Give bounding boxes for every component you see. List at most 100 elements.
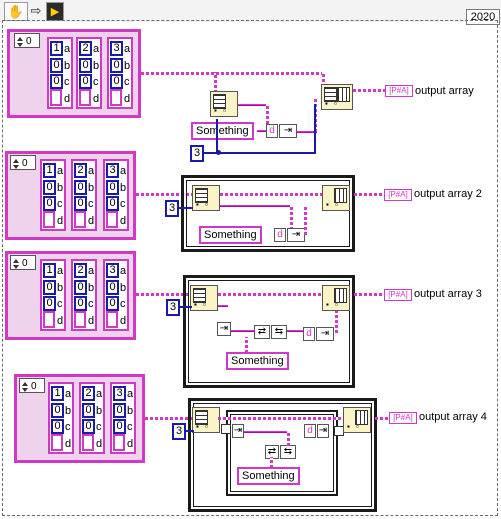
string-element[interactable]: [50, 89, 62, 106]
index-array-node[interactable]: ▪ ▫: [210, 91, 238, 117]
string-element[interactable]: [79, 89, 91, 106]
string-subset-node[interactable]: ⇄: [254, 325, 270, 339]
numeric-element[interactable]: 0: [51, 419, 64, 434]
string-element[interactable]: [43, 211, 55, 228]
replace-array-subset-node[interactable]: ▪ ▫: [322, 285, 350, 311]
numeric-element[interactable]: 2: [74, 263, 87, 278]
string-element[interactable]: [106, 311, 118, 328]
element-label: d: [124, 93, 131, 105]
numeric-element[interactable]: 2: [82, 386, 95, 401]
numeric-element[interactable]: 0: [50, 58, 63, 73]
bundle-by-name-label[interactable]: d: [266, 124, 278, 138]
numeric-element[interactable]: 0: [110, 58, 123, 73]
string-wire: [287, 431, 290, 446]
bundle-by-name-label[interactable]: d: [303, 327, 315, 341]
numeric-element[interactable]: 2: [79, 41, 92, 56]
bundle-node[interactable]: ⇥: [279, 124, 297, 138]
string-element[interactable]: [113, 434, 125, 451]
numeric-element[interactable]: 0: [74, 196, 87, 211]
numeric-constant[interactable]: 3: [166, 299, 180, 316]
replace-array-subset-node[interactable]: ▪ ▫: [343, 407, 371, 433]
string-constant[interactable]: Something: [191, 122, 254, 140]
numeric-element[interactable]: 1: [43, 263, 56, 278]
numeric-element[interactable]: 0: [82, 419, 95, 434]
shift-register-left[interactable]: [221, 424, 231, 434]
array-index-1[interactable]: 0: [14, 33, 40, 48]
array-control-1[interactable]: 0 1 0 0 a b c d 2 0 0 a b c d 3 0 0 a b …: [7, 29, 141, 118]
unbundle-node[interactable]: ⇥: [232, 424, 244, 438]
numeric-element[interactable]: 0: [79, 74, 92, 89]
string-constant[interactable]: Something: [199, 226, 262, 244]
numeric-element[interactable]: 3: [113, 386, 126, 401]
string-replace-node[interactable]: ⇆: [280, 445, 296, 459]
numeric-constant[interactable]: 3: [172, 423, 186, 440]
numeric-element[interactable]: 0: [43, 196, 56, 211]
array-control-4[interactable]: 0 1 0 0 a b c d 2 0 0 a b c d 3 0 0 a b …: [14, 374, 145, 463]
hand-icon[interactable]: ✋: [4, 2, 28, 21]
numeric-element[interactable]: 0: [106, 196, 119, 211]
unbundle-node[interactable]: ⇥: [217, 322, 231, 336]
index-array-node[interactable]: ▪ ▫: [192, 185, 220, 211]
replace-array-subset-node[interactable]: ▪ ▫: [321, 84, 353, 110]
numeric-element[interactable]: 0: [110, 74, 123, 89]
string-element[interactable]: [74, 211, 86, 228]
numeric-constant[interactable]: 3: [190, 145, 204, 162]
highlight-bulb-icon[interactable]: ▶: [46, 2, 64, 21]
bundle-node[interactable]: ⇥: [287, 228, 305, 242]
element-label: a: [57, 265, 64, 277]
numeric-element[interactable]: 1: [51, 386, 64, 401]
bundle-node[interactable]: ⇥: [316, 327, 334, 341]
string-element[interactable]: [51, 434, 63, 451]
numeric-element[interactable]: 0: [43, 180, 56, 195]
cluster-element: 1 0 0 a b c d: [47, 37, 73, 109]
string-element[interactable]: [74, 311, 86, 328]
numeric-element[interactable]: 0: [74, 180, 87, 195]
numeric-wire: [218, 152, 314, 154]
string-element[interactable]: [43, 311, 55, 328]
string-constant[interactable]: Something: [226, 352, 289, 370]
numeric-element[interactable]: 1: [50, 41, 63, 56]
numeric-element[interactable]: 0: [113, 419, 126, 434]
bundle-node[interactable]: ⇥: [317, 424, 329, 438]
array-index-3[interactable]: 0: [10, 255, 36, 270]
numeric-element[interactable]: 0: [106, 180, 119, 195]
numeric-element[interactable]: 0: [43, 296, 56, 311]
numeric-element[interactable]: 0: [51, 403, 64, 418]
run-arrow-icon[interactable]: ⇨: [27, 2, 45, 19]
string-replace-node[interactable]: ⇆: [271, 325, 287, 339]
element-label: a: [64, 43, 71, 55]
numeric-element[interactable]: 0: [43, 280, 56, 295]
numeric-element[interactable]: 0: [74, 296, 87, 311]
string-constant[interactable]: Something: [237, 467, 300, 485]
numeric-element[interactable]: 0: [79, 58, 92, 73]
array-indicator-terminal[interactable]: [P#A]: [389, 412, 417, 424]
string-element[interactable]: [110, 89, 122, 106]
numeric-element[interactable]: 0: [106, 296, 119, 311]
index-array-node[interactable]: ▪ ▫: [190, 285, 218, 311]
numeric-element[interactable]: 0: [74, 280, 87, 295]
index-array-node[interactable]: ▪ ▫: [192, 407, 220, 433]
bundle-by-name-label[interactable]: d: [304, 424, 316, 438]
numeric-element[interactable]: 0: [82, 403, 95, 418]
bundle-by-name-label[interactable]: d: [274, 228, 286, 242]
replace-array-subset-node[interactable]: ▪ ▫: [322, 185, 350, 211]
array-index-4[interactable]: 0: [19, 378, 45, 393]
array-index-2[interactable]: 0: [10, 155, 36, 170]
array-indicator-terminal[interactable]: [P#A]: [385, 85, 413, 97]
numeric-element[interactable]: 3: [106, 263, 119, 278]
numeric-element[interactable]: 0: [50, 74, 63, 89]
string-element[interactable]: [82, 434, 94, 451]
array-control-3[interactable]: 0 1 0 0 a b c d 2 0 0 a b c d 3 0 0 a b …: [5, 251, 136, 340]
numeric-element[interactable]: 3: [106, 163, 119, 178]
array-control-2[interactable]: 0 1 0 0 a b c d 2 0 0 a b c d 3 0 0 a b …: [5, 151, 136, 240]
array-indicator-terminal[interactable]: [P#A]: [384, 289, 412, 301]
numeric-constant[interactable]: 3: [165, 200, 179, 217]
cluster-element: 1 0 0 a b c d: [40, 259, 66, 331]
numeric-element[interactable]: 0: [113, 403, 126, 418]
numeric-element[interactable]: 0: [106, 280, 119, 295]
numeric-element[interactable]: 2: [74, 163, 87, 178]
array-indicator-terminal[interactable]: [P#A]: [384, 189, 412, 201]
numeric-element[interactable]: 1: [43, 163, 56, 178]
string-element[interactable]: [106, 211, 118, 228]
numeric-element[interactable]: 3: [110, 41, 123, 56]
